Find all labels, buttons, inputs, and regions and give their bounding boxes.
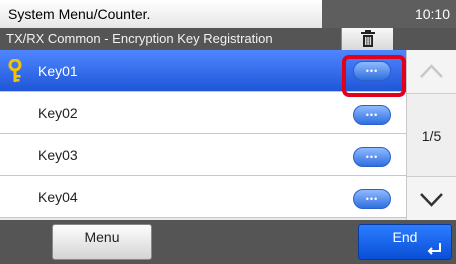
- callout-highlight: [342, 55, 406, 97]
- list-item-label: Key02: [38, 105, 78, 121]
- trash-icon: [361, 30, 375, 47]
- scroll-up-button[interactable]: [407, 50, 456, 94]
- page-title: TX/RX Common - Encryption Key Registrati…: [6, 31, 273, 46]
- list-item-label: Key03: [38, 147, 78, 163]
- key-icon: [8, 59, 22, 82]
- chevron-down-icon: [420, 193, 443, 207]
- list-item-label: Key01: [38, 63, 78, 79]
- delete-button[interactable]: [341, 28, 393, 50]
- clock: 10:10: [414, 6, 450, 22]
- detail-button-key04[interactable]: •••: [353, 189, 391, 209]
- chevron-up-icon: [420, 64, 443, 78]
- screen-header: TX/RX Common - Encryption Key Registrati…: [0, 28, 456, 50]
- enter-icon: [427, 243, 441, 255]
- list-item-key04[interactable]: Key04: [0, 176, 406, 218]
- list-item-key02[interactable]: Key02: [0, 92, 406, 134]
- top-status-bar: System Menu/Counter. 10:10: [0, 0, 456, 28]
- menu-button-label: Menu: [84, 229, 120, 245]
- ellipsis-icon: •••: [365, 110, 379, 120]
- ellipsis-icon: •••: [365, 152, 379, 162]
- breadcrumb: System Menu/Counter.: [0, 0, 322, 28]
- menu-button[interactable]: Menu: [52, 224, 152, 260]
- list-item-label: Key04: [38, 189, 78, 205]
- end-button[interactable]: End: [358, 224, 452, 260]
- ellipsis-icon: •••: [365, 194, 379, 204]
- page-indicator: 1/5: [421, 128, 442, 144]
- list-item-key03[interactable]: Key03: [0, 134, 406, 176]
- footer-bar: Menu End: [0, 220, 456, 264]
- scroll-down-button[interactable]: [407, 176, 456, 220]
- detail-button-key03[interactable]: •••: [353, 147, 391, 167]
- end-button-label: End: [392, 229, 418, 245]
- detail-button-key02[interactable]: •••: [353, 105, 391, 125]
- pager: 1/5: [406, 50, 456, 220]
